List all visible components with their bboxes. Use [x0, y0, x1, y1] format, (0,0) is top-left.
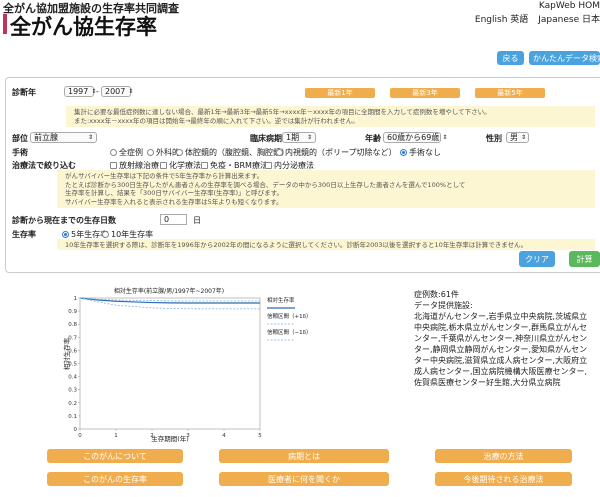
x-tick-label: 2: [150, 433, 154, 439]
survivor-note: がんサバイバー生存率は下記の条件で5年生存率から計算出来ます。 たとえば診断から…: [57, 170, 595, 208]
sex-select[interactable]: 男 ⇕: [506, 132, 529, 143]
back-button[interactable]: 戻る: [497, 51, 524, 65]
radio-selected-icon: [62, 231, 69, 238]
lang-english-link[interactable]: English 英語: [475, 15, 528, 25]
y-tick-label: 0.9: [68, 309, 77, 315]
x-tick-label: 0: [78, 433, 82, 439]
y-tick-label: 0.8: [68, 322, 77, 328]
chevron-updown-icon: ⇕: [521, 134, 527, 141]
latest-1-year-button[interactable]: 最新1年: [305, 88, 375, 98]
nav-about-cancer-button[interactable]: このがんについて: [47, 449, 183, 463]
x-tick-label: 3: [186, 433, 190, 439]
checkbox-icon: [265, 162, 272, 169]
chevron-updown-icon: ⇕: [306, 134, 312, 141]
calculate-button[interactable]: 計算: [569, 251, 600, 267]
nav-future-treatment-button[interactable]: 今後期待される治療法: [435, 472, 572, 486]
latest-3-years-button[interactable]: 最新3年: [390, 88, 460, 98]
radio-icon: [110, 149, 117, 156]
year-from-select[interactable]: 1997 ⇕: [64, 86, 96, 97]
language-switcher: English 英語 Japanese 日本: [465, 12, 600, 25]
year-separator: -: [96, 87, 99, 96]
year-note: 集計に必要な最低症例数に達しない場合、最新1年→最新3年→最新5年→xxxx年－…: [66, 106, 595, 127]
plot-frame: [79, 297, 261, 430]
checkbox-icon: [160, 162, 167, 169]
chart-title: 相対生存率(前立腺/男/1997年~2007年): [114, 287, 224, 295]
nav-ask-doctor-button[interactable]: 医療者に何を聞くか: [219, 472, 389, 486]
nav-stage-button[interactable]: 病期とは: [219, 449, 389, 463]
diagnosis-year-label: 診断年: [12, 88, 36, 97]
lang-japanese-link[interactable]: Japanese 日本: [538, 15, 600, 25]
x-tick-label: 1: [114, 433, 118, 439]
title-accent-bar: [3, 14, 7, 34]
y-tick-label: 0.1: [68, 414, 77, 420]
page-title: 全がん協生存率: [10, 14, 157, 39]
kapweb-home-link[interactable]: KapWeb HOM: [539, 1, 600, 11]
y-tick-label: 0: [74, 427, 78, 433]
age-label: 年齢: [365, 134, 381, 143]
survival-chart: 相対生存率(前立腺/男/1997年~2007年) 相対生存率 生存期間(年) 0…: [62, 287, 311, 443]
site-select[interactable]: 前立腺 ⇕: [30, 132, 97, 143]
chart-xlabel: 生存期間(年): [151, 434, 189, 443]
surgery-label: 手術: [12, 148, 28, 157]
facilities-label: データ提供施設:: [414, 301, 473, 310]
y-tick-label: 0.3: [68, 388, 77, 394]
radio-icon: [176, 149, 183, 156]
radio-selected-icon: [400, 149, 407, 156]
checkbox-icon: [110, 162, 117, 169]
x-tick-label: 4: [222, 433, 226, 439]
surgery-option-laparoscopic[interactable]: 体腔鏡的（腹腔鏡、胸腔鏡）: [176, 147, 289, 158]
radio-icon: [147, 149, 154, 156]
stage-label: 臨床病期: [250, 134, 282, 143]
site-label: 部位: [12, 134, 28, 143]
legend-label: 信頼区間（+1δ）: [267, 312, 311, 320]
facilities-list: 北海道がんセンター,岩手県立中央病院,茨城県立中央病院,栃木県立がんセンター,群…: [414, 312, 588, 387]
y-tick-label: 1: [74, 296, 78, 302]
simple-search-button[interactable]: かんたんデータ検索: [529, 51, 600, 65]
radio-icon: [276, 149, 283, 156]
chevron-updown-icon: ⇕: [442, 134, 448, 141]
nav-treatment-button[interactable]: 治療の方法: [435, 449, 572, 463]
age-select[interactable]: 60歳から69歳 ⇕: [383, 132, 447, 143]
checkbox-icon: [201, 162, 208, 169]
legend-label: 信頼区間（−1δ）: [267, 328, 311, 336]
series-line: [79, 297, 260, 304]
chevron-updown-icon: ⇕: [87, 134, 93, 141]
surgery-option-none[interactable]: 手術なし: [400, 147, 441, 158]
year-to-select[interactable]: 2007 ⇕: [101, 86, 134, 97]
clear-button[interactable]: クリア: [519, 251, 555, 267]
y-tick-label: 0.5: [68, 362, 77, 368]
surgery-option-endoscopic[interactable]: 内視鏡的（ポリープ切除など）: [276, 147, 397, 158]
surgery-option-all[interactable]: 全症例: [110, 147, 143, 158]
x-tick-label: 5: [258, 433, 262, 439]
days-unit: 日: [193, 216, 201, 225]
y-tick-label: 0.4: [68, 375, 77, 381]
latest-5-years-button[interactable]: 最新5年: [475, 88, 545, 98]
y-tick-label: 0.2: [68, 401, 77, 407]
survival-days-input[interactable]: 0: [160, 214, 187, 225]
rate-label: 生存率: [12, 230, 36, 239]
legend-label: 相対生存率: [267, 296, 295, 304]
y-tick-label: 0.7: [68, 335, 77, 341]
info-panel: 症例数:61件 データ提供施設: 北海道がんセンター,岩手県立中央病院,茨城県立…: [414, 289, 594, 388]
radio-icon: [102, 231, 109, 238]
y-tick-label: 0.6: [68, 348, 77, 354]
case-count: 症例数:61件: [414, 290, 459, 299]
nav-survival-rate-button[interactable]: このがんの生存率: [47, 472, 183, 486]
sex-label: 性別: [486, 134, 502, 143]
survival-days-label: 診断から現在までの生存日数: [12, 216, 116, 225]
rate-note: 10年生存率を選択する際は、診断年を1996年から2002年の間になるように選択…: [57, 239, 595, 250]
chevron-updown-icon: ⇕: [128, 88, 134, 95]
stage-select[interactable]: 1期 ⇕: [282, 132, 316, 143]
